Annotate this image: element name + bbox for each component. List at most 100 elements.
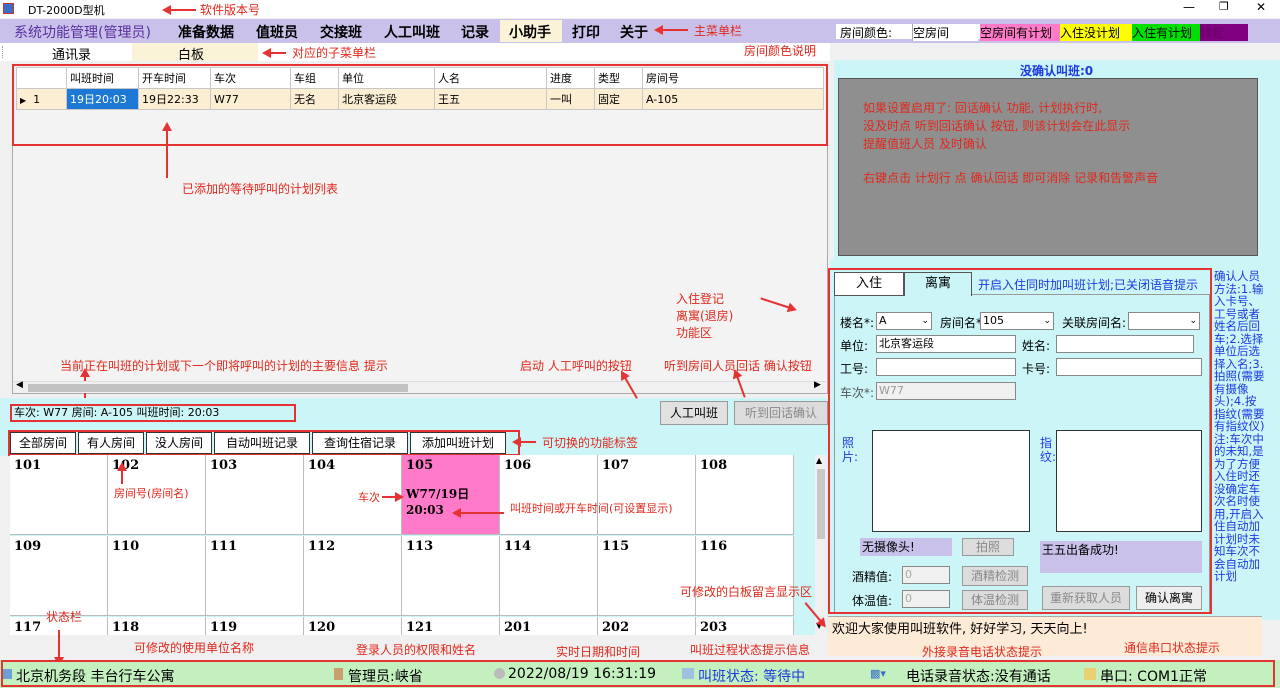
submenu-whiteboard[interactable]: 白板 [178,44,204,63]
scroll-thumb[interactable] [28,384,408,392]
room-cell[interactable]: 110 [108,536,206,616]
room-cell[interactable]: 113 [402,536,500,616]
submenu-contacts[interactable]: 通讯录 [52,44,91,63]
tab-auto-call-records[interactable]: 自动叫班记录 [214,432,310,454]
room-color-legend: 房间颜色: 空房间 空房间有计划 入住没计划 入住有计划 锁定 [836,24,1248,41]
worknum-field[interactable] [876,358,1016,376]
table-row[interactable]: ▶ 1 19日20:03 19日22:33 W77 无名 北京客运段 王五 一叫… [16,88,824,110]
serial-annotation: 通信串口状态提示 [1124,641,1221,655]
room-cell[interactable]: 106 [500,455,598,535]
call-status-annotation: 叫班过程状态提示信息 [690,643,811,657]
col-depart-time[interactable]: 开车时间 [138,67,211,89]
alcohol-field[interactable]: 0 [902,566,950,584]
linked-room-select[interactable]: ⌄ [1128,312,1200,330]
refetch-button[interactable]: 重新获取人员 [1042,586,1130,610]
tab-empty-rooms[interactable]: 没人房间 [146,432,212,454]
alcohol-button[interactable]: 酒精检测 [962,566,1028,586]
room-cell[interactable]: 121 [402,617,500,635]
tab-checkout[interactable]: 离寓 [904,272,972,296]
statusbar-annotation: 状态栏 [46,610,83,624]
room-cell-105[interactable]: 105 W77/19日 20:03 [402,455,500,535]
status-unit: 北京机务段 丰台行车公寓 [16,669,175,685]
plan-table: 叫班时间 开车时间 车次 车组 单位 人名 进度 类型 房间号 ▶ 1 19日2… [16,67,824,110]
menu-duty[interactable]: 值班员 [256,22,298,42]
col-person[interactable]: 人名 [434,67,547,89]
cell-call-time[interactable]: 19日20:03 [66,88,139,110]
col-train[interactable]: 车次 [210,67,291,89]
room-select[interactable]: 105 ⌄ [980,312,1054,330]
chevron-down-icon: ⌄ [1043,316,1051,326]
room-cell[interactable]: 115 [598,536,696,616]
room-cell[interactable]: 116 [696,536,794,616]
cell-person[interactable]: 王五 [434,88,547,110]
photo-button[interactable]: 拍照 [962,538,1014,556]
cell-room[interactable]: A-105 [642,88,824,110]
room-grid-scrollbar[interactable]: ▲ ▼ [815,455,827,635]
name-field[interactable] [1056,335,1194,353]
room-cell[interactable]: 201 [500,617,598,635]
tab-stay-records[interactable]: 查询住宿记录 [312,432,408,454]
tab-all-rooms[interactable]: 全部房间 [10,432,76,454]
room-scroll-thumb[interactable] [817,469,825,539]
cell-type[interactable]: 固定 [594,88,643,110]
temp-field[interactable]: 0 [902,590,950,608]
card-field[interactable] [1056,358,1202,376]
col-type[interactable]: 类型 [594,67,643,89]
col-room[interactable]: 房间号 [642,67,824,89]
room-cell[interactable]: 107 [598,455,696,535]
row-pointer-icon: ▶ [20,95,27,105]
col-unit[interactable]: 单位 [338,67,435,89]
minimize-icon[interactable]: — [1183,0,1195,14]
menu-assistant[interactable]: 小助手 [509,22,551,42]
col-call-time[interactable]: 叫班时间 [66,67,139,89]
room-cell[interactable]: 103 [206,455,304,535]
cell-train[interactable]: W77 [210,88,291,110]
menu-system[interactable]: 系统功能管理(管理员) [14,22,151,42]
menu-manual-call[interactable]: 人工叫班 [384,22,440,42]
room-cell[interactable]: 109 [10,536,108,616]
current-plan-info: 车次: W77 房间: A-105 叫班时间: 20:03 [10,404,296,422]
room-cell[interactable]: 111 [206,536,304,616]
building-select[interactable]: A ⌄ [876,312,932,330]
confirm-checkout-button[interactable]: 确认离寓 [1136,586,1202,610]
room-cell[interactable]: 202 [598,617,696,635]
temp-button[interactable]: 体温检测 [962,590,1028,610]
room-cell[interactable]: 101 [10,455,108,535]
image-dropdown-icon[interactable]: ▩▾ [870,667,886,680]
maximize-icon[interactable]: ❐ [1219,0,1229,13]
legend-occupied-noplan: 入住没计划 [1060,24,1132,41]
confirm-reply-button[interactable]: 听到回话确认 [734,401,828,425]
room-cell[interactable]: 118 [108,617,206,635]
col-crew[interactable]: 车组 [290,67,339,89]
room-cell[interactable]: 112 [304,536,402,616]
tab-occupied-rooms[interactable]: 有人房间 [78,432,144,454]
room-cell[interactable]: 120 [304,617,402,635]
scroll-left-icon[interactable]: ◀ [16,380,23,390]
cell-unit[interactable]: 北京客运段 [338,88,435,110]
unit-field[interactable]: 北京客运段 [876,335,1016,353]
room-cell[interactable]: 203 [696,617,794,635]
plan-table-scrollbar[interactable]: ◀ ▶ [14,380,826,393]
menu-handover[interactable]: 交接班 [320,22,362,42]
room-cell[interactable]: 104 [304,455,402,535]
room-cell[interactable]: 108 [696,455,794,535]
scroll-right-icon[interactable]: ▶ [814,380,821,390]
tab-add-plan[interactable]: 添加叫班计划 [410,432,506,454]
room-number: 113 [406,539,434,554]
room-cell[interactable]: 114 [500,536,598,616]
manual-call-button[interactable]: 人工叫班 [660,401,728,425]
room-cell[interactable]: 119 [206,617,304,635]
scroll-up-icon[interactable]: ▲ [816,456,822,465]
row-index: 1 [33,92,41,106]
menu-prepare[interactable]: 准备数据 [178,22,234,42]
tab-checkin[interactable]: 入住 [834,272,904,296]
menu-records[interactable]: 记录 [461,22,489,42]
close-icon[interactable]: ✕ [1256,0,1266,14]
col-progress[interactable]: 进度 [546,67,595,89]
train-field[interactable]: W77 [876,382,1016,400]
menu-print[interactable]: 打印 [572,22,600,42]
cell-progress[interactable]: 一叫 [546,88,595,110]
menu-about[interactable]: 关于 [620,22,648,42]
cell-depart-time[interactable]: 19日22:33 [138,88,211,110]
cell-crew[interactable]: 无名 [290,88,339,110]
